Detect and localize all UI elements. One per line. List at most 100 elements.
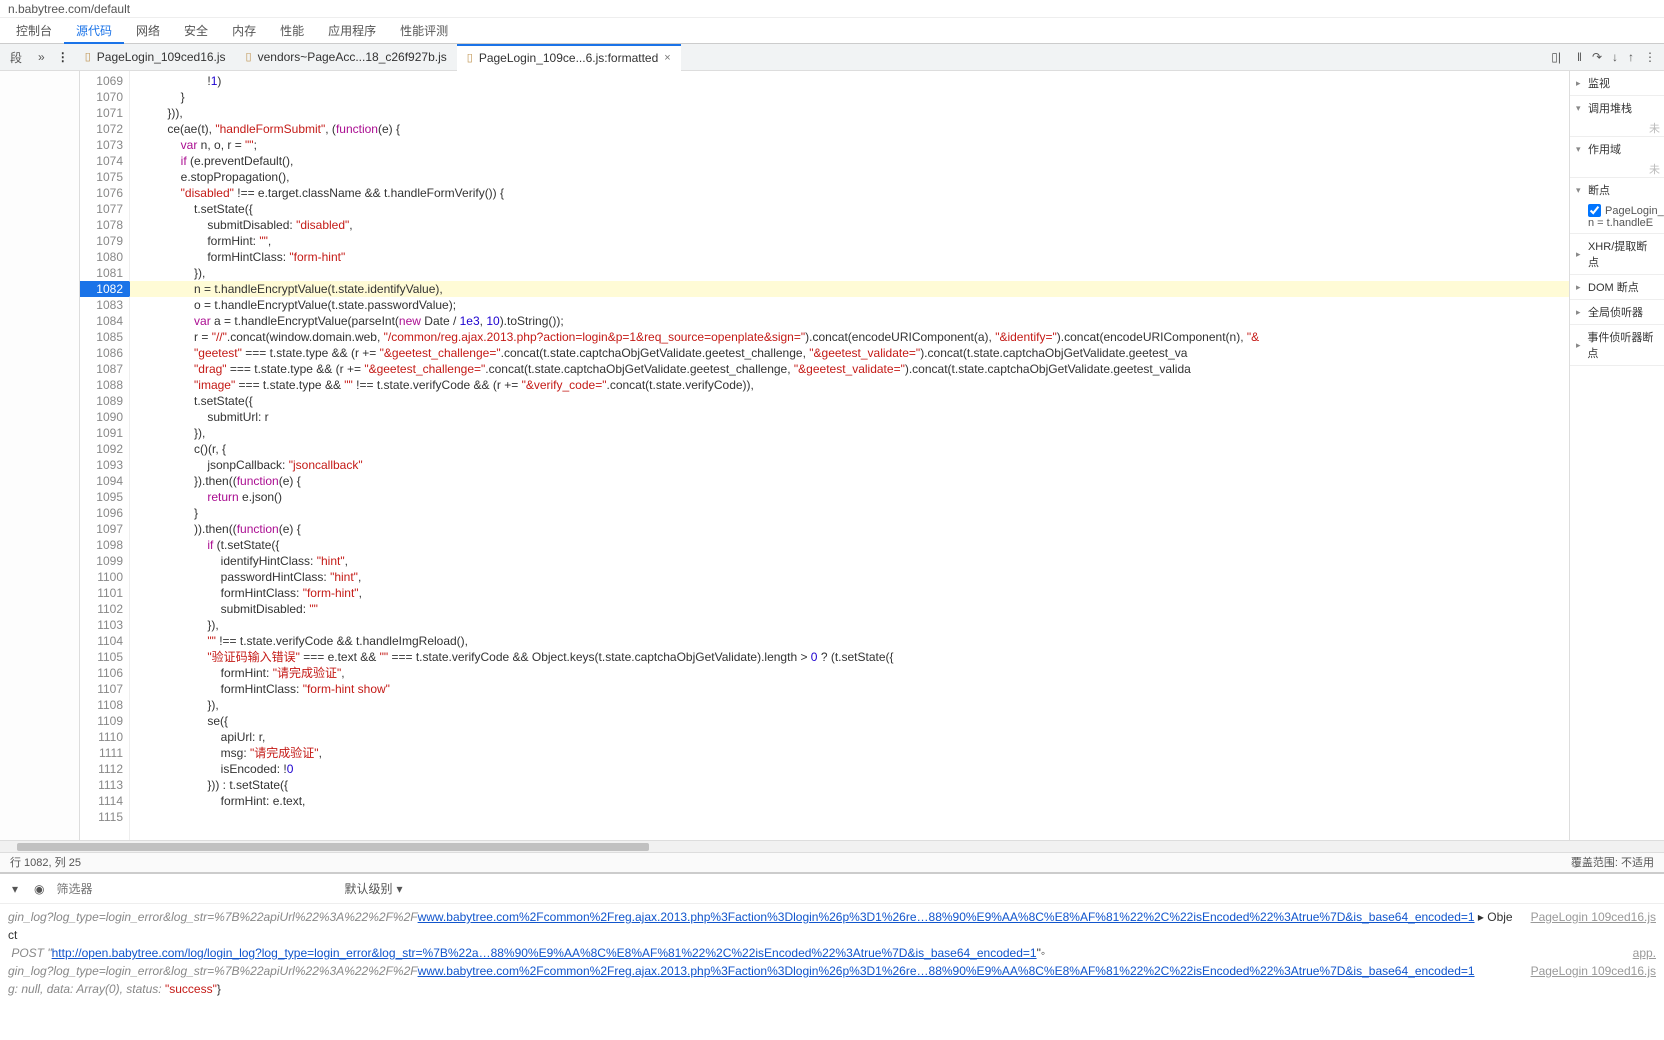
line-number[interactable]: 1082 bbox=[80, 281, 129, 297]
line-number[interactable]: 1108 bbox=[80, 697, 129, 713]
line-number[interactable]: 1074 bbox=[80, 153, 129, 169]
line-number[interactable]: 1078 bbox=[80, 217, 129, 233]
close-icon[interactable]: × bbox=[664, 45, 670, 71]
line-number[interactable]: 1080 bbox=[80, 249, 129, 265]
debug-section[interactable]: 监视 bbox=[1570, 71, 1664, 96]
line-number[interactable]: 1100 bbox=[80, 569, 129, 585]
step-over-icon[interactable]: ↷ bbox=[1592, 50, 1602, 64]
line-number[interactable]: 1069 bbox=[80, 73, 129, 89]
section-header[interactable]: 事件侦听器断点 bbox=[1570, 325, 1664, 365]
line-number[interactable]: 1077 bbox=[80, 201, 129, 217]
line-number[interactable]: 1090 bbox=[80, 409, 129, 425]
debug-section[interactable]: 事件侦听器断点 bbox=[1570, 325, 1664, 366]
section-header[interactable]: 作用域 bbox=[1570, 137, 1664, 161]
console-output[interactable]: gin_log?log_type=login_error&log_str=%7B… bbox=[0, 904, 1664, 1040]
line-number[interactable]: 1076 bbox=[80, 185, 129, 201]
section-header[interactable]: 断点 bbox=[1570, 178, 1664, 202]
line-number[interactable]: 1106 bbox=[80, 665, 129, 681]
pause-icon[interactable]: ‖ bbox=[1577, 50, 1582, 64]
line-number[interactable]: 1094 bbox=[80, 473, 129, 489]
line-number[interactable]: 1083 bbox=[80, 297, 129, 313]
console-link[interactable]: http://open.babytree.com/log/login_log?l… bbox=[52, 946, 1037, 960]
eye-icon[interactable]: ◉ bbox=[30, 882, 48, 896]
devtools-tab-7[interactable]: 性能评测 bbox=[388, 18, 460, 44]
line-number[interactable]: 1113 bbox=[80, 777, 129, 793]
line-number[interactable]: 1075 bbox=[80, 169, 129, 185]
console-row[interactable]: gin_log?log_type=login_error&log_str=%7B… bbox=[8, 908, 1656, 944]
debug-section[interactable]: 断点PageLogin_109cn = t.handleE bbox=[1570, 178, 1664, 234]
file-tab-1[interactable]: ▯vendors~PageAcc...18_c26f927b.js bbox=[236, 44, 457, 71]
breakpoint-entry[interactable]: PageLogin_109c bbox=[1588, 204, 1660, 217]
line-number[interactable]: 1085 bbox=[80, 329, 129, 345]
navigator-sidebar[interactable] bbox=[0, 71, 80, 840]
line-number[interactable]: 1095 bbox=[80, 489, 129, 505]
line-number[interactable]: 1098 bbox=[80, 537, 129, 553]
devtools-tab-3[interactable]: 安全 bbox=[172, 18, 220, 44]
line-number[interactable]: 1103 bbox=[80, 617, 129, 633]
line-number[interactable]: 1111 bbox=[80, 745, 129, 761]
devtools-tab-5[interactable]: 性能 bbox=[268, 18, 316, 44]
devtools-tab-1[interactable]: 源代码 bbox=[64, 18, 124, 44]
code-editor[interactable]: !1) } })), ce(ae(t), "handleFormSubmit",… bbox=[130, 71, 1569, 840]
line-number[interactable]: 1071 bbox=[80, 105, 129, 121]
step-out-icon[interactable]: ↑ bbox=[1628, 50, 1634, 64]
console-sidebar-toggle-icon[interactable]: ▾ bbox=[8, 882, 22, 896]
devtools-tab-0[interactable]: 控制台 bbox=[4, 18, 64, 44]
devtools-tab-2[interactable]: 网络 bbox=[124, 18, 172, 44]
section-header[interactable]: 监视 bbox=[1570, 71, 1664, 95]
devtools-tab-6[interactable]: 应用程序 bbox=[316, 18, 388, 44]
deactivate-bp-icon[interactable]: ⋮ bbox=[1644, 50, 1656, 64]
line-number[interactable]: 1081 bbox=[80, 265, 129, 281]
line-number[interactable]: 1072 bbox=[80, 121, 129, 137]
debug-section[interactable]: 调用堆栈未 bbox=[1570, 96, 1664, 137]
file-tab-2[interactable]: ▯PageLogin_109ce...6.js:formatted× bbox=[457, 44, 681, 71]
line-number[interactable]: 1087 bbox=[80, 361, 129, 377]
log-level-dropdown[interactable]: 默认级别 ▾ bbox=[345, 880, 403, 897]
console-row[interactable]: g: null, data: Array(0), status: "succes… bbox=[8, 980, 1656, 998]
debug-section[interactable]: 作用域未 bbox=[1570, 137, 1664, 178]
line-number[interactable]: 1089 bbox=[80, 393, 129, 409]
line-number[interactable]: 1096 bbox=[80, 505, 129, 521]
line-number[interactable]: 1110 bbox=[80, 729, 129, 745]
console-source-link[interactable]: PageLogin 109ced16.js bbox=[1531, 962, 1656, 980]
console-row[interactable]: gin_log?log_type=login_error&log_str=%7B… bbox=[8, 962, 1656, 980]
console-link[interactable]: www.babytree.com%2Fcommon%2Freg.ajax.201… bbox=[418, 964, 1475, 978]
debug-section[interactable]: 全局侦听器 bbox=[1570, 300, 1664, 325]
line-number[interactable]: 1102 bbox=[80, 601, 129, 617]
line-number[interactable]: 1115 bbox=[80, 809, 129, 825]
line-number[interactable]: 1109 bbox=[80, 713, 129, 729]
more-snippets[interactable]: » bbox=[32, 50, 51, 64]
console-row[interactable]: POST "http://open.babytree.com/log/login… bbox=[8, 944, 1656, 962]
file-tab-0[interactable]: ▯PageLogin_109ced16.js bbox=[75, 44, 236, 71]
section-header[interactable]: 全局侦听器 bbox=[1570, 300, 1664, 324]
section-header[interactable]: DOM 断点 bbox=[1570, 275, 1664, 299]
line-number[interactable]: 1099 bbox=[80, 553, 129, 569]
line-number[interactable]: 1088 bbox=[80, 377, 129, 393]
line-number[interactable]: 1084 bbox=[80, 313, 129, 329]
console-filter-input[interactable] bbox=[57, 882, 337, 896]
line-number[interactable]: 1079 bbox=[80, 233, 129, 249]
console-source-link[interactable]: app. bbox=[1633, 944, 1656, 962]
line-number[interactable]: 1107 bbox=[80, 681, 129, 697]
show-navigator-icon[interactable]: ▯| bbox=[1543, 50, 1569, 64]
line-number[interactable]: 1073 bbox=[80, 137, 129, 153]
debug-section[interactable]: DOM 断点 bbox=[1570, 275, 1664, 300]
section-header[interactable]: 调用堆栈 bbox=[1570, 96, 1664, 120]
snippets-tab[interactable]: 段 bbox=[0, 49, 32, 66]
line-number[interactable]: 1097 bbox=[80, 521, 129, 537]
line-number[interactable]: 1105 bbox=[80, 649, 129, 665]
breakpoint-checkbox[interactable] bbox=[1588, 204, 1601, 217]
more-menu-icon[interactable]: ⋮ bbox=[51, 50, 75, 64]
address-bar[interactable]: n.babytree.com/default bbox=[0, 0, 1664, 18]
horizontal-scrollbar[interactable] bbox=[0, 840, 1664, 852]
step-into-icon[interactable]: ↓ bbox=[1612, 50, 1618, 64]
line-number[interactable]: 1104 bbox=[80, 633, 129, 649]
line-number[interactable]: 1070 bbox=[80, 89, 129, 105]
line-number[interactable]: 1114 bbox=[80, 793, 129, 809]
line-number[interactable]: 1092 bbox=[80, 441, 129, 457]
line-number[interactable]: 1112 bbox=[80, 761, 129, 777]
section-header[interactable]: XHR/提取断点 bbox=[1570, 234, 1664, 274]
line-gutter[interactable]: 1069107010711072107310741075107610771078… bbox=[80, 71, 130, 840]
line-number[interactable]: 1086 bbox=[80, 345, 129, 361]
console-source-link[interactable]: PageLogin 109ced16.js bbox=[1531, 908, 1656, 944]
